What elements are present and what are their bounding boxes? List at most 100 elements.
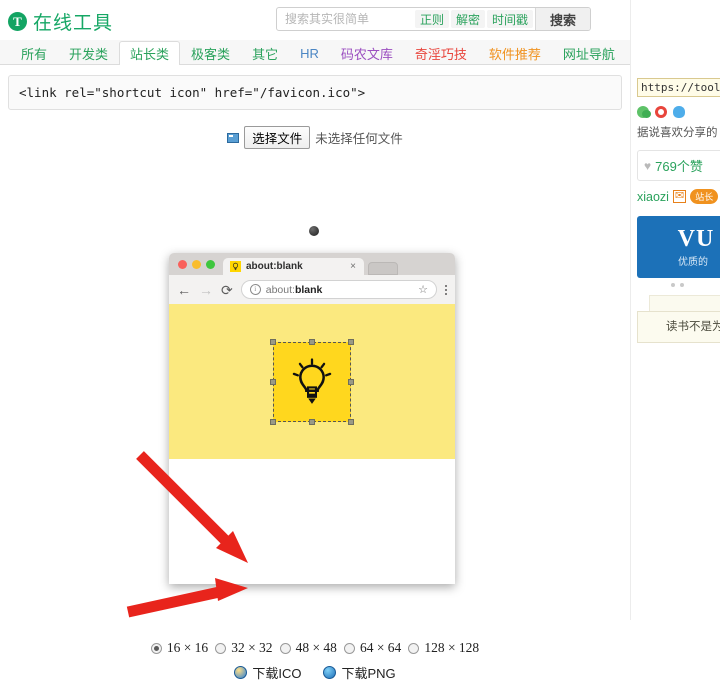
maximize-window-dot[interactable] (206, 260, 215, 269)
carousel-dot[interactable] (671, 283, 675, 287)
preview-tab-bar: about:blank × (169, 253, 455, 275)
preview-window-controls (169, 260, 223, 275)
resize-handle-w[interactable] (270, 378, 276, 385)
mouse-cursor (309, 226, 319, 236)
search-button[interactable]: 搜索 (535, 8, 590, 30)
search-bar: 正则 解密 时间戳 搜索 (276, 7, 591, 31)
lightbulb-favicon-icon (230, 261, 241, 272)
nav-item-9[interactable]: 网址导航 (552, 41, 626, 65)
mail-icon[interactable]: ✉ (672, 190, 687, 203)
choose-file-button[interactable]: 选择文件 (244, 126, 311, 149)
preview-toolbar: ← → ⟳ i about:blank ☆ (169, 275, 455, 304)
preview-address-bar[interactable]: i about:blank ☆ (240, 280, 437, 299)
size-option-label: 48 × 48 (295, 640, 337, 655)
size-radio-3[interactable] (343, 642, 355, 654)
main-content: <link rel="shortcut icon" href="/favicon… (0, 75, 630, 681)
like-box: ♥ 769个赞 (637, 150, 720, 181)
nav-item-8[interactable]: 软件推荐 (478, 41, 552, 65)
quote-box-header (649, 295, 720, 311)
nav-item-label: 其它 (252, 47, 279, 62)
preview-browser-tab[interactable]: about:blank × (223, 258, 364, 275)
nav-item-3[interactable]: 极客类 (180, 41, 241, 65)
icon-size-options: 16 × 16 32 × 32 48 × 48 64 × 64 128 × 128 (0, 640, 630, 656)
size-radio-1[interactable] (215, 642, 227, 654)
code-snippet-box: <link rel="shortcut icon" href="/favicon… (8, 75, 622, 110)
minimize-window-dot[interactable] (192, 260, 201, 269)
wechat-icon[interactable] (637, 106, 651, 118)
page-header: T 在线工具 正则 解密 时间戳 搜索 (0, 0, 720, 40)
preview-canvas (169, 304, 455, 459)
size-option-0[interactable]: 16 × 16 (150, 640, 209, 656)
category-nav-list: 所有 开发类 站长类 极客类 其它 HR 码农文库 奇淫巧技 软件推荐 网址导航 (10, 40, 720, 65)
download-link-0[interactable]: 下载ICO (234, 663, 301, 682)
author-row: xiaozi ✉ 站长 (637, 189, 720, 204)
resize-handle-sw[interactable] (270, 418, 276, 425)
preview-url-prefix: about: (265, 283, 295, 296)
nav-item-1[interactable]: 开发类 (58, 41, 119, 65)
preview-tab-close-icon[interactable]: × (350, 261, 356, 272)
kebab-menu-icon[interactable] (445, 284, 447, 296)
close-window-dot[interactable] (178, 260, 187, 269)
heart-icon: ♥ (644, 158, 652, 173)
weibo-icon[interactable] (655, 106, 667, 118)
right-sidebar: https://tool.lu 据说喜欢分享的 ♥ 769个赞 xiaozi ✉… (630, 0, 720, 620)
nav-item-6[interactable]: 码农文库 (330, 41, 404, 65)
size-option-label: 16 × 16 (166, 640, 209, 655)
size-option-3[interactable]: 64 × 64 (343, 640, 401, 656)
ad-banner[interactable]: VU 优质的 (637, 216, 720, 278)
size-radio-2[interactable] (279, 642, 291, 654)
nav-item-4[interactable]: 其它 (241, 41, 289, 65)
preview-new-tab-button[interactable] (368, 262, 398, 275)
size-option-1[interactable]: 32 × 32 (215, 640, 273, 656)
nav-item-label: 所有 (21, 47, 48, 62)
ad-subtitle: 优质的 (678, 257, 708, 268)
lightbulb-icon (292, 357, 332, 404)
back-icon[interactable]: ← (177, 283, 191, 297)
resize-handle-nw[interactable] (270, 338, 276, 345)
carousel-dot[interactable] (680, 283, 684, 287)
sidebar-url-field[interactable]: https://tool.lu (637, 78, 720, 97)
reload-icon[interactable]: ⟳ (221, 283, 233, 297)
size-radio-0[interactable] (150, 642, 162, 654)
qq-icon[interactable] (673, 106, 685, 118)
forward-icon[interactable]: → (199, 283, 213, 297)
nav-item-7[interactable]: 奇淫巧技 (404, 41, 478, 65)
nav-item-label: HR (300, 46, 319, 61)
search-tag-timestamp[interactable]: 时间戳 (487, 10, 534, 28)
resize-handle-e[interactable] (348, 378, 354, 385)
resize-handle-se[interactable] (348, 418, 354, 425)
nav-item-0[interactable]: 所有 (10, 41, 58, 65)
nav-item-label: 码农文库 (340, 47, 393, 62)
size-option-4[interactable]: 128 × 128 (408, 640, 479, 656)
resize-handle-s[interactable] (309, 418, 315, 425)
site-logo[interactable]: T 在线工具 (8, 8, 113, 35)
favicon-selection-box[interactable] (270, 338, 354, 425)
search-tag-regex[interactable]: 正则 (415, 10, 450, 28)
resize-handle-n[interactable] (309, 338, 315, 345)
nav-item-2[interactable]: 站长类 (119, 41, 181, 65)
size-option-2[interactable]: 48 × 48 (279, 640, 337, 656)
file-input-icon (227, 132, 240, 143)
nav-item-label: 奇淫巧技 (414, 47, 467, 62)
nav-item-label: 网址导航 (562, 47, 615, 62)
download-link-label: 下载ICO (252, 666, 302, 681)
bookmark-star-icon[interactable]: ☆ (418, 283, 428, 296)
download-link-1[interactable]: 下载PNG (323, 663, 396, 682)
like-button[interactable]: ♥ 769个赞 (644, 156, 720, 175)
file-input-row: 选择文件 未选择任何文件 (0, 126, 630, 149)
site-info-icon[interactable]: i (249, 284, 261, 295)
resize-handle-ne[interactable] (348, 338, 354, 345)
search-input[interactable] (283, 8, 415, 30)
author-name[interactable]: xiaozi (637, 190, 669, 204)
search-tag-decrypt[interactable]: 解密 (451, 10, 486, 28)
ad-carousel-dots (671, 283, 720, 287)
download-links: 下载ICO 下载PNG (0, 663, 630, 682)
ad-title: VU (677, 226, 715, 252)
nav-item-5[interactable]: HR (289, 41, 330, 65)
preview-url-text: about:blank (266, 284, 323, 296)
size-radio-4[interactable] (408, 642, 420, 654)
preview-page-body (169, 304, 455, 584)
nav-item-label: 站长类 (130, 47, 170, 62)
logo-text: 在线工具 (33, 13, 114, 34)
nav-item-label: 开发类 (69, 47, 109, 62)
